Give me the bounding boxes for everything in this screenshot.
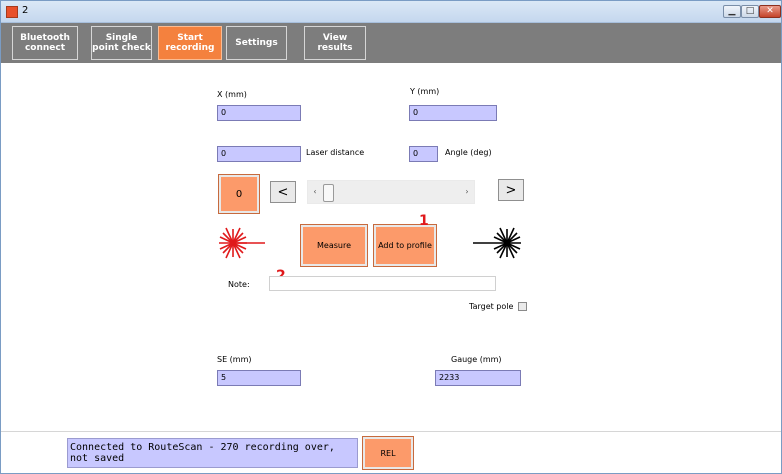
previous-button[interactable]: <: [270, 181, 296, 203]
next-button[interactable]: >: [498, 179, 524, 201]
callout-marker-1: 1: [419, 213, 429, 229]
target-pole-checkbox[interactable]: [518, 302, 527, 311]
gauge-label: Gauge (mm): [451, 355, 502, 364]
measure-button[interactable]: Measure: [300, 224, 368, 267]
point-counter-button[interactable]: 0: [218, 174, 260, 214]
app-window: 2 ▁ □ ✕ Bluetooth connect Single point c…: [0, 0, 782, 474]
minimize-button[interactable]: ▁: [723, 5, 741, 18]
maximize-button[interactable]: □: [741, 5, 759, 18]
laser-distance-label: Laser distance: [306, 148, 365, 157]
title-bar: 2 ▁ □ ✕: [1, 1, 781, 23]
laser-distance-field[interactable]: 0: [217, 146, 301, 162]
position-scrollbar[interactable]: ‹ ›: [307, 180, 475, 204]
start-recording-button[interactable]: Start recording: [158, 26, 222, 60]
x-label: X (mm): [217, 90, 247, 99]
note-label: Note:: [228, 280, 250, 289]
scroll-left-arrow-icon[interactable]: ‹: [310, 187, 320, 199]
close-button[interactable]: ✕: [759, 5, 781, 18]
angle-label: Angle (deg): [445, 148, 492, 157]
laser-burst-red-icon: [219, 227, 265, 259]
angle-field[interactable]: 0: [409, 146, 438, 162]
gauge-field[interactable]: 2233: [435, 370, 521, 386]
bluetooth-connect-button[interactable]: Bluetooth connect: [12, 26, 78, 60]
target-pole-label: Target pole: [469, 302, 514, 311]
app-icon: [6, 6, 18, 18]
laser-burst-black-icon: [473, 227, 521, 259]
y-field[interactable]: 0: [409, 105, 497, 121]
settings-button[interactable]: Settings: [226, 26, 287, 60]
y-label: Y (mm): [410, 87, 440, 96]
window-title: 2: [22, 5, 29, 16]
note-input[interactable]: [269, 276, 496, 291]
scroll-thumb[interactable]: [323, 184, 334, 202]
se-field[interactable]: 5: [217, 370, 301, 386]
x-field[interactable]: 0: [217, 105, 301, 121]
scroll-right-arrow-icon[interactable]: ›: [462, 187, 472, 199]
status-divider: [1, 431, 781, 432]
rel-button[interactable]: REL: [362, 436, 414, 470]
main-toolbar: Bluetooth connect Single point check Sta…: [1, 23, 781, 63]
single-point-check-button[interactable]: Single point check: [91, 26, 152, 60]
se-label: SE (mm): [217, 355, 252, 364]
view-results-button[interactable]: View results: [304, 26, 366, 60]
connection-status-text: Connected to RouteScan - 270 recording o…: [67, 438, 358, 468]
add-to-profile-button[interactable]: Add to profile: [373, 224, 437, 267]
